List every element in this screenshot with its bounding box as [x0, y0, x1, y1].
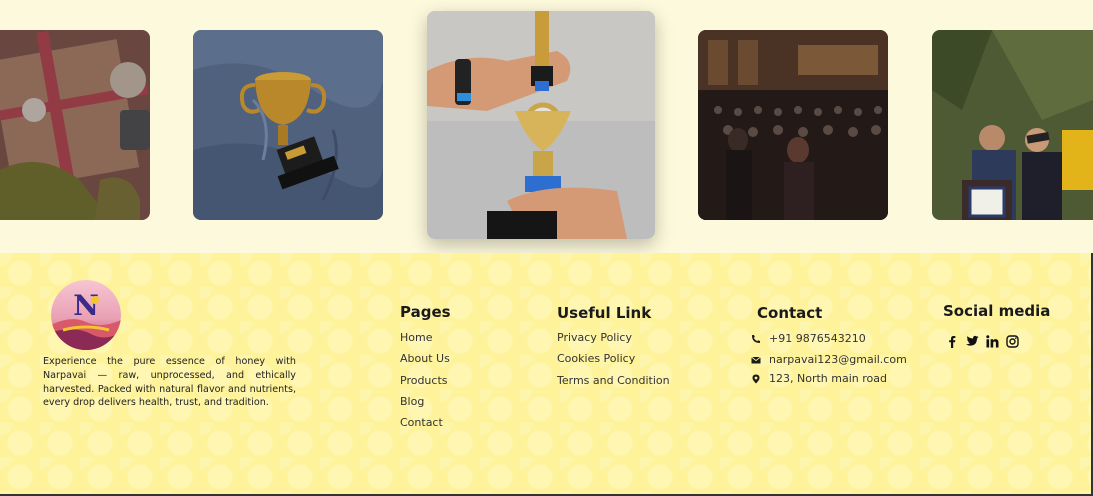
footer-link-home[interactable]: Home: [400, 331, 450, 352]
instagram-icon[interactable]: [1005, 333, 1019, 349]
footer-link-about-us[interactable]: About Us: [400, 352, 450, 373]
contact-email[interactable]: narpavai123@gmail.com: [751, 353, 907, 366]
location-pin-icon: [751, 374, 761, 384]
gallery-photo-gift-box[interactable]: [0, 30, 150, 220]
facebook-icon[interactable]: [945, 333, 959, 349]
useful-link-list: Privacy Policy Cookies Policy Terms and …: [557, 331, 670, 395]
footer-link-blog[interactable]: Blog: [400, 395, 450, 416]
footer-link-cookies-policy[interactable]: Cookies Policy: [557, 352, 670, 373]
gallery-photo-trophy-fabric[interactable]: [193, 30, 383, 220]
footer-link-contact[interactable]: Contact: [400, 416, 450, 437]
pages-list: Home About Us Products Blog Contact: [400, 331, 450, 437]
footer-link-privacy-policy[interactable]: Privacy Policy: [557, 331, 670, 352]
social-media-heading: Social media: [943, 302, 1051, 320]
gallery-photo-auditorium[interactable]: [698, 30, 888, 220]
footer-link-products[interactable]: Products: [400, 374, 450, 395]
svg-text:N: N: [73, 289, 99, 322]
mail-icon: [751, 355, 761, 365]
pages-heading: Pages: [400, 303, 451, 321]
gallery-photo-graduation[interactable]: [932, 30, 1093, 220]
contact-address[interactable]: 123, North main road: [751, 372, 887, 385]
contact-email-text: narpavai123@gmail.com: [769, 353, 907, 366]
contact-phone[interactable]: +91 9876543210: [751, 332, 866, 345]
social-icons: [945, 333, 1019, 349]
contact-address-text: 123, North main road: [769, 372, 887, 385]
phone-icon: [751, 334, 761, 344]
gallery-photo-trophy-handover[interactable]: [427, 11, 655, 239]
photo-gallery: [0, 0, 1093, 253]
useful-link-heading: Useful Link: [557, 304, 652, 322]
footer-about-text: Experience the pure essence of honey wit…: [43, 356, 296, 409]
contact-phone-text: +91 9876543210: [769, 332, 866, 345]
twitter-icon[interactable]: [965, 333, 979, 349]
narpavai-honey-logo[interactable]: N: [51, 280, 121, 350]
linkedin-icon[interactable]: [985, 333, 999, 349]
footer-link-terms[interactable]: Terms and Condition: [557, 374, 670, 395]
contact-heading: Contact: [757, 304, 823, 322]
